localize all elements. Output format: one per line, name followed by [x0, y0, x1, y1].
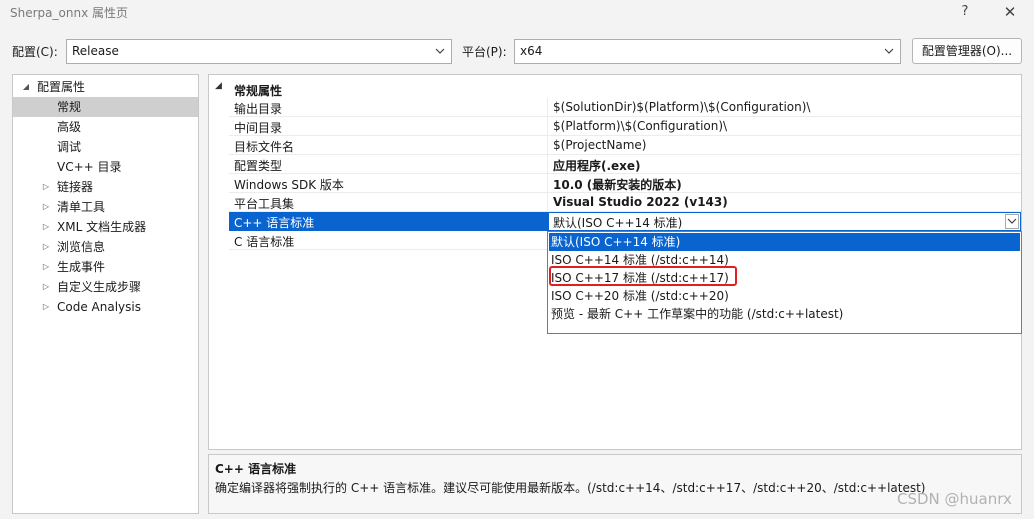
- property-value: $(Platform)\$(Configuration)\: [553, 119, 728, 133]
- tree-item[interactable]: 常规: [13, 97, 198, 117]
- tree-item[interactable]: ▷ 链接器: [13, 177, 198, 197]
- property-name: 中间目录: [234, 121, 283, 135]
- section-header[interactable]: ◢ 常规属性: [209, 79, 1021, 99]
- chevron-down-icon: [435, 48, 445, 54]
- property-name: C++ 语言标准: [234, 216, 315, 230]
- column-divider: [547, 98, 548, 117]
- expand-triangle-icon[interactable]: ▷: [41, 297, 51, 317]
- configuration-combo[interactable]: Release: [66, 39, 452, 64]
- dropdown-button[interactable]: [1005, 214, 1019, 229]
- column-divider: [547, 174, 548, 193]
- property-row[interactable]: 输出目录 $(SolutionDir)$(Platform)\$(Configur…: [229, 98, 1021, 117]
- property-row[interactable]: 目标文件名 $(ProjectName): [229, 136, 1021, 155]
- expanded-triangle-icon[interactable]: ◢: [21, 77, 31, 97]
- expand-triangle-icon[interactable]: ▷: [41, 277, 51, 297]
- tree-item-label: 高级: [57, 120, 82, 134]
- tree-item[interactable]: ▷ 清单工具: [13, 197, 198, 217]
- tree-item-label: Code Analysis: [57, 300, 141, 314]
- tree-item[interactable]: VC++ 目录: [13, 157, 198, 177]
- property-name: 配置类型: [234, 159, 283, 173]
- property-name: 平台工具集: [234, 197, 295, 211]
- property-row[interactable]: 中间目录 $(Platform)\$(Configuration)\: [229, 117, 1021, 136]
- help-button[interactable]: ?: [952, 2, 978, 24]
- watermark: CSDN @huanrx: [897, 490, 1012, 508]
- description-text: 确定编译器将强制执行的 C++ 语言标准。建议尽可能使用最新版本。(/std:c…: [215, 481, 926, 495]
- property-value: 默认(ISO C++14 标准): [553, 216, 683, 230]
- property-value: 10.0 (最新安装的版本): [553, 178, 682, 192]
- collapse-triangle-icon[interactable]: ◢: [215, 81, 222, 91]
- tree-item[interactable]: ▷ Code Analysis: [13, 297, 198, 317]
- tree-root-label: 配置属性: [37, 80, 86, 94]
- property-row[interactable]: 平台工具集 Visual Studio 2022 (v143): [229, 193, 1021, 212]
- property-name: C 语言标准: [234, 235, 295, 249]
- chevron-down-icon: [884, 48, 894, 54]
- tree-item[interactable]: ▷ 浏览信息: [13, 237, 198, 257]
- tree-item[interactable]: ▷ 自定义生成步骤: [13, 277, 198, 297]
- tree-item-label: 生成事件: [57, 260, 106, 274]
- dropdown-option[interactable]: 默认(ISO C++14 标准): [549, 233, 1020, 251]
- title-bar: Sherpa_onnx 属性页 ? ✕: [0, 0, 1034, 26]
- expand-triangle-icon[interactable]: ▷: [41, 197, 51, 217]
- expand-triangle-icon[interactable]: ▷: [41, 217, 51, 237]
- tree-item[interactable]: 调试: [13, 137, 198, 157]
- tree-item-label: 常规: [57, 100, 82, 114]
- property-name: Windows SDK 版本: [234, 178, 344, 192]
- property-name: 目标文件名: [234, 140, 295, 154]
- column-divider: [547, 155, 548, 174]
- property-name: 输出目录: [234, 102, 283, 116]
- platform-value: x64: [520, 44, 543, 58]
- tree-root-item[interactable]: ◢ 配置属性: [13, 77, 198, 97]
- column-divider: [547, 117, 548, 136]
- tree-item[interactable]: ▷ 生成事件: [13, 257, 198, 277]
- tree-item-label: 清单工具: [57, 200, 106, 214]
- tree-item-label: 浏览信息: [57, 240, 106, 254]
- tree-item-label: XML 文档生成器: [57, 220, 147, 234]
- column-divider: [547, 136, 548, 155]
- tree-item-label: 调试: [57, 140, 82, 154]
- section-title: 常规属性: [234, 84, 283, 98]
- expand-triangle-icon[interactable]: ▷: [41, 237, 51, 257]
- property-row[interactable]: C++ 语言标准 默认(ISO C++14 标准): [229, 212, 1021, 231]
- property-value: 应用程序(.exe): [553, 159, 641, 173]
- dropdown-option[interactable]: ISO C++20 标准 (/std:c++20): [549, 287, 1020, 305]
- platform-combo[interactable]: x64: [514, 39, 901, 64]
- column-divider: [547, 193, 548, 212]
- expand-triangle-icon[interactable]: ▷: [41, 257, 51, 277]
- tree-item-label: 自定义生成步骤: [57, 280, 142, 294]
- property-row[interactable]: 配置类型 应用程序(.exe): [229, 155, 1021, 174]
- tree-item[interactable]: ▷ XML 文档生成器: [13, 217, 198, 237]
- configuration-label: 配置(C):: [12, 45, 58, 59]
- configuration-manager-button[interactable]: 配置管理器(O)...: [912, 38, 1022, 64]
- close-button[interactable]: ✕: [996, 2, 1024, 24]
- property-value: $(ProjectName): [553, 138, 647, 152]
- property-row[interactable]: Windows SDK 版本 10.0 (最新安装的版本): [229, 174, 1021, 193]
- platform-label: 平台(P):: [462, 45, 507, 59]
- property-value-combo[interactable]: 默认(ISO C++14 标准): [548, 212, 1021, 231]
- window-title: Sherpa_onnx 属性页: [10, 6, 128, 20]
- property-value: Visual Studio 2022 (v143): [553, 195, 728, 209]
- property-value: $(SolutionDir)$(Platform)\$(Configuratio…: [553, 100, 811, 114]
- description-title: C++ 语言标准: [215, 462, 297, 476]
- property-tree: ◢ 配置属性 常规 高级 调试 VC++ 目录 ▷ 链接器 ▷ 清单工具 ▷ XML 文档生成器 ▷…: [12, 74, 199, 514]
- chevron-down-icon: [1007, 218, 1017, 224]
- configuration-value: Release: [72, 44, 119, 58]
- tree-item-label: VC++ 目录: [57, 160, 122, 174]
- annotation-highlight-box: [549, 266, 737, 286]
- expand-triangle-icon[interactable]: ▷: [41, 177, 51, 197]
- tree-item[interactable]: 高级: [13, 117, 198, 137]
- tree-item-label: 链接器: [57, 180, 94, 194]
- dropdown-option[interactable]: 预览 - 最新 C++ 工作草案中的功能 (/std:c++latest): [549, 305, 1020, 323]
